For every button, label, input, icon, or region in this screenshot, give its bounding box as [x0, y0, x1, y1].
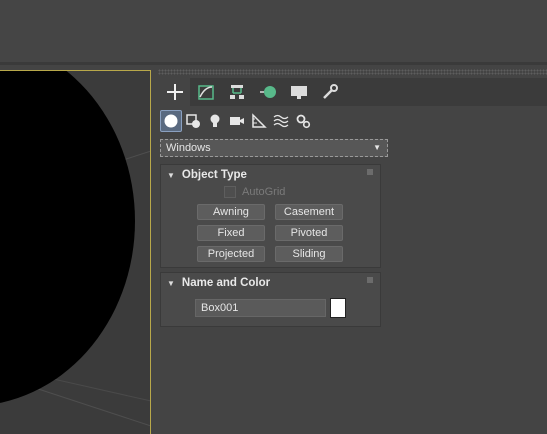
sliding-button[interactable]: Sliding — [275, 246, 343, 262]
object-color-swatch[interactable] — [330, 298, 346, 318]
shapes-icon — [186, 114, 200, 128]
projected-button[interactable]: Projected — [197, 246, 265, 262]
category-helpers[interactable] — [248, 110, 270, 132]
camera-icon — [230, 117, 244, 125]
casement-button[interactable]: Casement — [275, 204, 343, 220]
main-toolbar-area — [0, 0, 547, 62]
display-monitor-icon — [291, 86, 307, 99]
object-category-dropdown[interactable]: Windows ▼ — [160, 139, 388, 157]
tab-utilities[interactable] — [315, 78, 345, 106]
wrench-icon — [323, 84, 338, 99]
tab-create[interactable] — [160, 78, 190, 106]
awning-button[interactable]: Awning — [197, 204, 265, 220]
viewport[interactable] — [0, 70, 151, 434]
helper-triangle-icon — [252, 113, 267, 128]
command-panel-tabs — [160, 78, 547, 106]
sphere-icon — [164, 114, 178, 128]
category-systems[interactable] — [292, 110, 314, 132]
collapse-triangle-icon: ▼ — [167, 278, 175, 288]
hierarchy-icon — [230, 85, 244, 99]
gears-icon — [296, 114, 311, 129]
autogrid-label: AutoGrid — [242, 186, 286, 198]
category-cameras[interactable] — [226, 110, 248, 132]
tab-hierarchy[interactable] — [222, 78, 252, 106]
checkbox-box — [224, 186, 236, 198]
tab-modify[interactable] — [191, 78, 221, 106]
object-name-field[interactable]: Box001 — [195, 299, 326, 317]
sphere-object — [0, 71, 135, 403]
tab-display[interactable] — [284, 78, 314, 106]
lightbulb-icon — [210, 114, 220, 127]
object-type-rollout-header[interactable]: ▼ Object Type — [161, 165, 380, 185]
viewport-scene — [0, 71, 150, 427]
tab-motion[interactable] — [253, 78, 283, 106]
object-type-rollout: ▼ Object Type — [160, 164, 381, 268]
object-name-value: Box001 — [201, 302, 239, 314]
name-and-color-rollout-header[interactable]: ▼ Name and Color — [161, 273, 380, 293]
chevron-down-icon: ▼ — [373, 143, 381, 152]
modify-curve-icon — [198, 85, 214, 100]
motion-icon — [260, 86, 276, 98]
rollout-grip-icon — [367, 169, 373, 175]
pivoted-button[interactable]: Pivoted — [275, 225, 343, 241]
category-geometry[interactable] — [160, 110, 182, 132]
rollout-grip-icon — [367, 277, 373, 283]
plus-icon — [167, 84, 183, 100]
autogrid-checkbox[interactable]: AutoGrid — [224, 186, 285, 198]
fixed-button[interactable]: Fixed — [197, 225, 265, 241]
waves-icon — [273, 114, 289, 128]
panel-drag-handle[interactable] — [158, 69, 547, 75]
category-lights[interactable] — [204, 110, 226, 132]
category-shapes[interactable] — [182, 110, 204, 132]
category-space-warps[interactable] — [270, 110, 292, 132]
collapse-triangle-icon: ▼ — [167, 170, 175, 180]
rollout-title: Object Type — [181, 169, 247, 181]
rollout-title: Name and Color — [181, 277, 271, 289]
dropdown-value: Windows — [166, 142, 211, 154]
